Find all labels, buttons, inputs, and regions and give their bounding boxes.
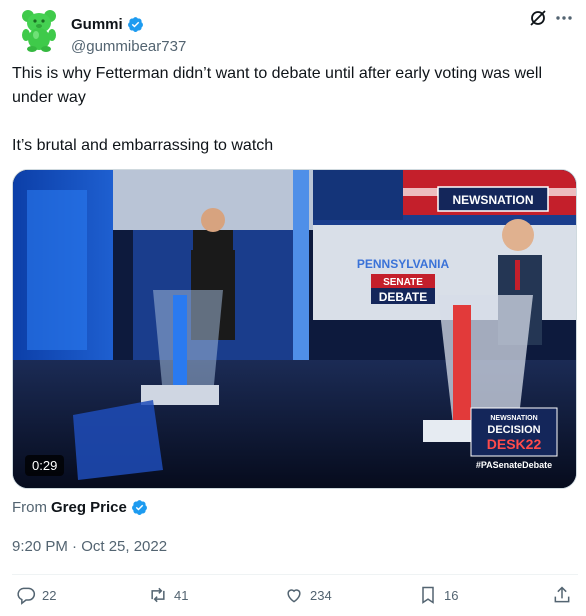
hashtag-text: #PASenateDebate: [476, 460, 552, 470]
decision-network-text: NEWSNATION: [490, 415, 537, 422]
video-player[interactable]: NEWSNATION PENNSYLVANIA SENATE DEBATE NE…: [12, 169, 577, 489]
debate-state-text: PENNSYLVANIA: [357, 257, 450, 271]
from-name[interactable]: Greg Price: [51, 499, 127, 516]
reply-button[interactable]: 22: [16, 585, 56, 605]
tweet-timestamp[interactable]: 9:20 PM · Oct 25, 2022: [12, 538, 167, 555]
like-count: 234: [310, 587, 332, 603]
share-icon: [554, 586, 570, 603]
bookmark-icon: [422, 586, 434, 604]
avatar[interactable]: [20, 8, 60, 52]
heart-icon: [287, 589, 301, 603]
verified-badge-icon: [127, 16, 144, 33]
repost-count: 41: [174, 587, 189, 603]
action-bar: 22 41 234 16: [12, 585, 577, 613]
debate-senate-text: SENATE: [383, 277, 423, 288]
network-logo-text: NEWSNATION: [452, 193, 533, 207]
bookmark-count: 16: [444, 587, 459, 603]
from-prefix: From: [12, 499, 47, 516]
tweet-header: Gummi @gummibear737: [12, 8, 574, 55]
author-display-name[interactable]: Gummi: [71, 16, 123, 33]
grok-icon[interactable]: [528, 8, 548, 28]
tweet-text-line2: It’s brutal and embarrassing to watch: [12, 137, 274, 154]
divider: [12, 574, 578, 575]
tweet-text-line1: This is why Fetterman didn’t want to deb…: [12, 65, 543, 106]
decision-text: DECISION: [487, 424, 540, 436]
gummy-bear-avatar-icon: [22, 10, 56, 52]
author-handle[interactable]: @gummibear737: [71, 38, 186, 55]
bookmark-button[interactable]: 16: [418, 585, 458, 605]
repost-icon: [151, 587, 165, 603]
video-duration: 0:29: [25, 455, 65, 476]
reply-icon: [17, 587, 36, 605]
share-button[interactable]: [552, 585, 572, 605]
tweet-text: This is why Fetterman didn’t want to deb…: [12, 62, 582, 158]
more-icon[interactable]: [554, 8, 574, 28]
attribution-row: From Greg Price: [12, 499, 148, 516]
desk-text: DESK22: [487, 436, 542, 452]
verified-badge-icon: [131, 499, 148, 516]
debate-debate-text: DEBATE: [379, 290, 427, 304]
reply-count: 22: [42, 587, 57, 603]
repost-button[interactable]: 41: [148, 585, 188, 605]
author-name-row: Gummi: [71, 16, 144, 33]
video-frame: NEWSNATION PENNSYLVANIA SENATE DEBATE NE…: [13, 170, 576, 488]
like-button[interactable]: 234: [284, 585, 332, 605]
